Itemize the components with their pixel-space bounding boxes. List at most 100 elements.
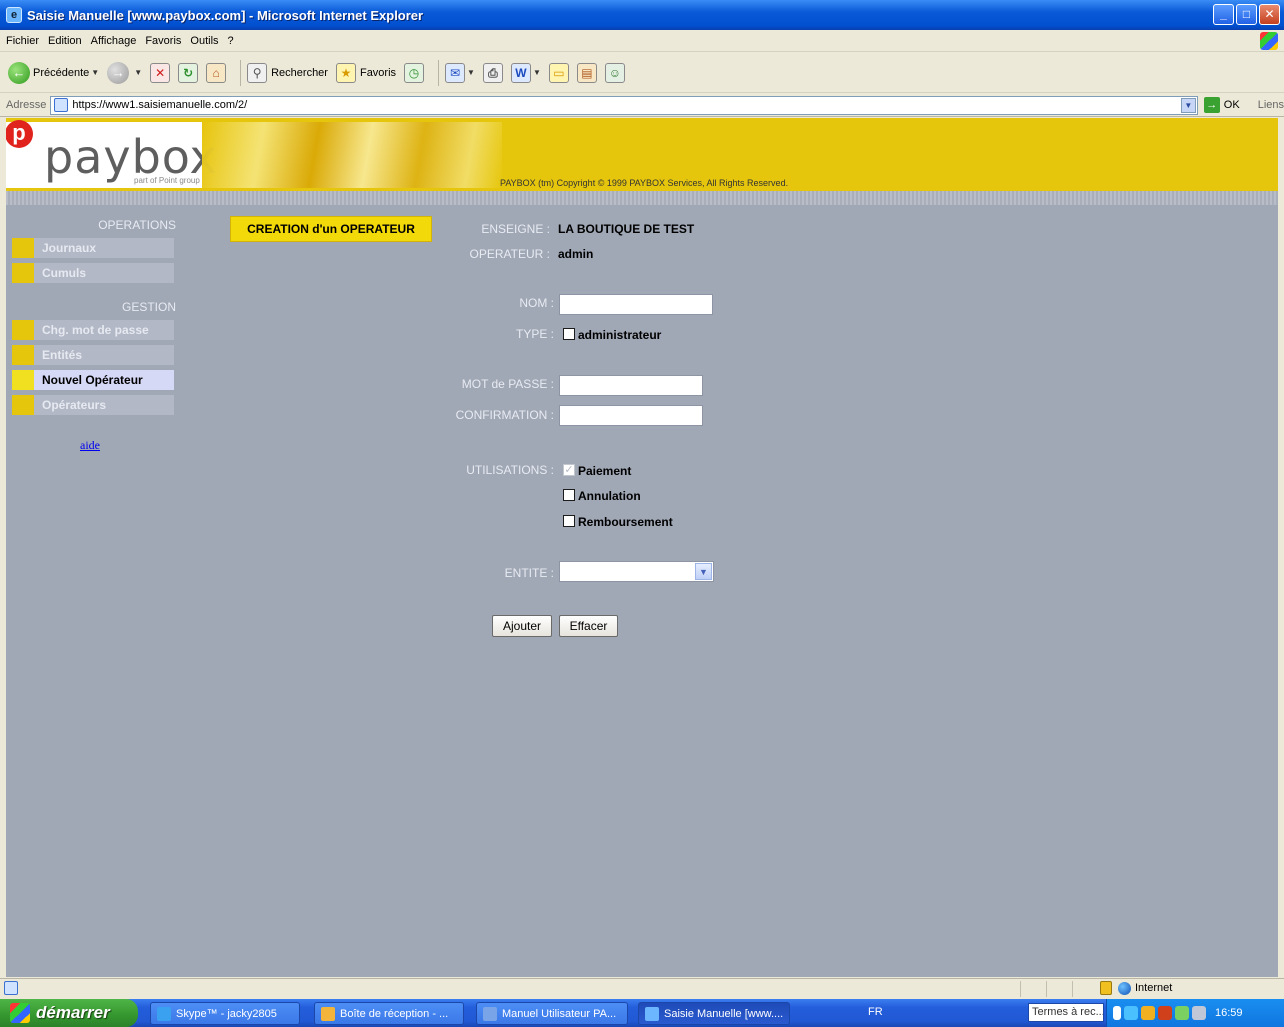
search-icon: ⚲ bbox=[247, 62, 268, 83]
window-title-bar: e Saisie Manuelle [www.paybox.com] - Mic… bbox=[0, 0, 1284, 30]
taskbar-item-skype[interactable]: Skype™ - jacky2805 bbox=[150, 1002, 300, 1025]
status-bar: Internet bbox=[0, 978, 1284, 998]
go-button[interactable]: → OK bbox=[1203, 97, 1240, 113]
sidebar-item-nouvel-operateur[interactable]: Nouvel Opérateur bbox=[12, 370, 174, 390]
banner-stripe bbox=[6, 191, 1278, 205]
taskbar-item-saisie[interactable]: Saisie Manuelle [www.... bbox=[638, 1002, 790, 1025]
menu-fichier[interactable]: Fichier bbox=[6, 35, 39, 47]
sidebar-item-label: Chg. mot de passe bbox=[42, 323, 149, 337]
taskbar: démarrer Skype™ - jacky2805 Boîte de réc… bbox=[0, 999, 1284, 1027]
favorites-star-icon: ★ bbox=[335, 62, 356, 83]
menu-outils[interactable]: Outils bbox=[190, 35, 218, 47]
back-label: Précédente bbox=[33, 66, 90, 79]
messenger-icon[interactable]: ☺ bbox=[604, 62, 625, 83]
forward-button[interactable]: → ▼ bbox=[107, 61, 142, 84]
favorites-label: Favoris bbox=[359, 66, 397, 79]
ie-page-icon: e bbox=[6, 7, 22, 23]
tray-sync-icon[interactable] bbox=[1175, 1006, 1189, 1020]
sidebar-item-label: Opérateurs bbox=[42, 398, 107, 412]
back-dropdown-icon[interactable]: ▼ bbox=[91, 68, 99, 77]
sidebar-item-label: Nouvel Opérateur bbox=[42, 373, 143, 387]
gestion-header: GESTION bbox=[121, 300, 176, 314]
taskbar-item-manuel[interactable]: Manuel Utilisateur PA... bbox=[476, 1002, 628, 1025]
taskbar-item-inbox[interactable]: Boîte de réception - ... bbox=[314, 1002, 464, 1025]
mail-icon[interactable]: ✉ bbox=[445, 62, 466, 83]
tray-mail-icon[interactable] bbox=[1141, 1006, 1155, 1020]
forward-dropdown-icon[interactable]: ▼ bbox=[134, 68, 142, 77]
administrateur-label: administrateur bbox=[578, 328, 662, 342]
enseigne-label: ENSEIGNE : bbox=[481, 222, 550, 236]
research-icon[interactable]: ▤ bbox=[576, 62, 597, 83]
menu-help[interactable]: ? bbox=[228, 35, 234, 47]
clock: 16:59 bbox=[1215, 1007, 1243, 1019]
entite-select[interactable]: ▼ bbox=[559, 561, 714, 582]
chevron-down-icon[interactable]: ▼ bbox=[695, 563, 712, 580]
paiement-label: Paiement bbox=[578, 464, 632, 478]
menu-bar: Fichier Edition Affichage Favoris Outils… bbox=[0, 30, 1284, 52]
sidebar-item-entites[interactable]: Entités bbox=[12, 345, 174, 365]
tray-app-icon[interactable] bbox=[1158, 1006, 1172, 1020]
address-bar: Adresse https://www1.saisiemanuelle.com/… bbox=[0, 94, 1284, 117]
internet-zone-icon bbox=[1118, 982, 1131, 995]
help-link[interactable]: aide bbox=[80, 438, 100, 453]
close-button[interactable]: ✕ bbox=[1259, 4, 1280, 25]
favorites-button[interactable]: ★ Favoris bbox=[335, 62, 397, 83]
confirmation-input[interactable] bbox=[559, 405, 703, 426]
system-tray: 16:59 bbox=[1106, 999, 1284, 1027]
print-icon[interactable]: ⎙ bbox=[482, 62, 503, 83]
sidebar-item-chg-mot-de-passe[interactable]: Chg. mot de passe bbox=[12, 320, 174, 340]
tray-volume-icon[interactable] bbox=[1192, 1006, 1206, 1020]
sidebar-item-journaux[interactable]: Journaux bbox=[12, 238, 174, 258]
effacer-button[interactable]: Effacer bbox=[559, 615, 618, 637]
entite-label: ENTITE : bbox=[504, 566, 554, 580]
security-zone-label: Internet bbox=[1135, 982, 1173, 994]
refresh-icon[interactable]: ↻ bbox=[178, 62, 199, 83]
menu-edition[interactable]: Edition bbox=[48, 35, 82, 47]
address-input[interactable]: https://www1.saisiemanuelle.com/2/ ▼ bbox=[50, 95, 1198, 115]
notes-icon[interactable]: ▭ bbox=[548, 62, 569, 83]
go-label: OK bbox=[1223, 99, 1240, 111]
minimize-button[interactable]: _ bbox=[1213, 4, 1234, 25]
edit-dropdown-icon[interactable]: ▼ bbox=[533, 68, 541, 77]
sidebar-item-cumuls[interactable]: Cumuls bbox=[12, 263, 174, 283]
forward-arrow-icon: → bbox=[107, 61, 130, 84]
windows-logo-icon bbox=[1260, 32, 1278, 50]
search-button[interactable]: ⚲ Rechercher bbox=[247, 62, 328, 83]
maximize-button[interactable]: □ bbox=[1236, 4, 1257, 25]
remboursement-checkbox[interactable] bbox=[563, 515, 575, 527]
operations-header: OPERATIONS bbox=[98, 218, 176, 232]
start-button[interactable]: démarrer bbox=[0, 999, 138, 1027]
tray-network-icon[interactable] bbox=[1124, 1006, 1138, 1020]
desktop-search-input[interactable]: Termes à rec... bbox=[1028, 1003, 1104, 1022]
password-input[interactable] bbox=[559, 375, 703, 396]
menu-affichage[interactable]: Affichage bbox=[91, 35, 137, 47]
address-dropdown-icon[interactable]: ▼ bbox=[1180, 97, 1196, 113]
tray-arrow-icon[interactable] bbox=[1113, 1006, 1121, 1020]
annulation-checkbox[interactable] bbox=[563, 489, 575, 501]
confirmation-label: CONFIRMATION : bbox=[455, 408, 554, 422]
utilisations-label: UTILISATIONS : bbox=[466, 463, 554, 477]
banner-image bbox=[202, 122, 502, 188]
menu-favoris[interactable]: Favoris bbox=[145, 35, 181, 47]
word-edit-icon[interactable]: W bbox=[510, 62, 531, 83]
ajouter-button[interactable]: Ajouter bbox=[492, 615, 552, 637]
back-button[interactable]: ← Précédente ▼ bbox=[8, 61, 99, 84]
links-button[interactable]: Liens bbox=[1258, 99, 1284, 111]
administrateur-checkbox[interactable] bbox=[563, 328, 575, 340]
address-url[interactable]: https://www1.saisiemanuelle.com/2/ bbox=[72, 99, 247, 111]
mail-dropdown-icon[interactable]: ▼ bbox=[467, 68, 475, 77]
nom-input[interactable] bbox=[559, 294, 713, 315]
sidebar-item-operateurs[interactable]: Opérateurs bbox=[12, 395, 174, 415]
logo-subtext: part of Point group bbox=[134, 176, 200, 185]
sidebar-item-label: Entités bbox=[42, 348, 83, 362]
language-indicator[interactable]: FR bbox=[868, 1006, 883, 1018]
paiement-checkbox: ✓ bbox=[563, 464, 575, 476]
sidebar-item-label: Cumuls bbox=[42, 266, 87, 280]
history-icon[interactable]: ◷ bbox=[404, 62, 425, 83]
annulation-label: Annulation bbox=[578, 489, 641, 503]
go-arrow-icon: → bbox=[1203, 97, 1220, 113]
stop-icon[interactable]: ✕ bbox=[150, 62, 171, 83]
operateur-label: OPERATEUR : bbox=[469, 247, 550, 261]
windows-flag-icon bbox=[10, 1003, 30, 1023]
home-icon[interactable]: ⌂ bbox=[206, 62, 227, 83]
